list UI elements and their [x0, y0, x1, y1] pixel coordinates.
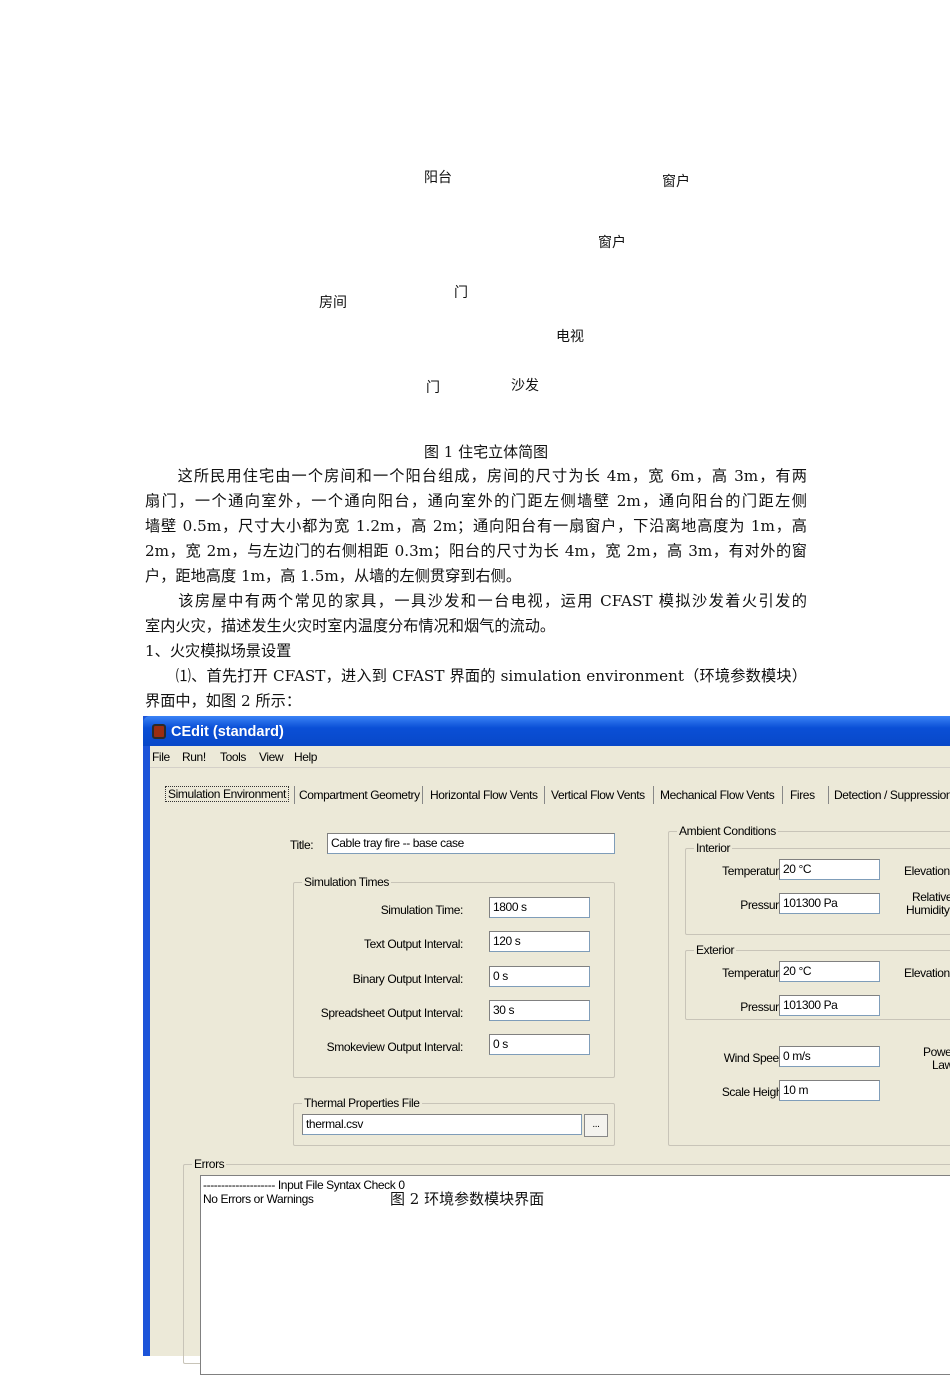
- menu-tools[interactable]: Tools: [220, 750, 246, 764]
- scale-height-input[interactable]: 10 m: [779, 1080, 880, 1101]
- menu-view[interactable]: View: [259, 750, 284, 764]
- errors-textarea[interactable]: -------------------- Input File Syntax C…: [200, 1175, 950, 1375]
- section-heading: 1、火灾模拟场景设置: [145, 642, 292, 660]
- text-output-interval-input[interactable]: 120 s: [489, 931, 590, 952]
- paragraph-line: ⑴、首先打开 CFAST，进入到 CFAST 界面的 simulation en…: [145, 667, 807, 685]
- window-title: CEdit (standard): [171, 724, 284, 740]
- browse-button[interactable]: ...: [584, 1114, 608, 1137]
- tab-horizontal-flow-vents[interactable]: Horizontal Flow Vents: [430, 788, 538, 802]
- tab-compartment-geometry[interactable]: Compartment Geometry: [299, 788, 420, 802]
- relative-humidity-label: Humidity: [906, 903, 950, 917]
- thermal-file-input[interactable]: thermal.csv: [302, 1114, 582, 1135]
- title-label: Title:: [290, 838, 314, 852]
- exterior-temperature-input[interactable]: 20 °C: [779, 961, 880, 982]
- label-tv: 电视: [556, 329, 584, 345]
- title-input[interactable]: Cable tray fire -- base case: [327, 833, 615, 854]
- interior-pressure-input[interactable]: 101300 Pa: [779, 893, 880, 914]
- paragraph-line: 户，距地高度 1m，高 1.5m，从墙的左侧贯穿到右侧。: [145, 567, 522, 585]
- power-law-label: Power: [923, 1045, 950, 1059]
- smokeview-output-interval-label: Smokeview Output Interval:: [326, 1040, 464, 1054]
- menu-run[interactable]: Run!: [182, 750, 206, 764]
- cedit-window: CEdit (standard) File Run! Tools View He…: [143, 716, 950, 1375]
- tab-fires[interactable]: Fires: [790, 788, 815, 802]
- smokeview-output-interval-input[interactable]: 0 s: [489, 1034, 590, 1055]
- paragraph-line: 室内火灾，描述发生火灾时室内温度分布情况和烟气的流动。: [145, 617, 556, 635]
- exterior-pressure-input[interactable]: 101300 Pa: [779, 995, 880, 1016]
- figure2-caption: 图 2 环境参数模块界面: [390, 1190, 545, 1208]
- paragraph-line: 这所民用住宅由一个房间和一个阳台组成，房间的尺寸为长 4m，宽 6m，高 3m，…: [145, 467, 807, 485]
- group-legend: Thermal Properties File: [302, 1096, 422, 1110]
- text-output-interval-label: Text Output Interval:: [364, 937, 463, 951]
- label-room: 房间: [319, 295, 347, 311]
- label-window: 窗户: [662, 174, 690, 190]
- tab-detection-suppression[interactable]: Detection / Suppression: [834, 788, 950, 802]
- title-bar: CEdit (standard): [143, 716, 950, 746]
- group-legend: Simulation Times: [302, 875, 391, 889]
- simulation-time-label: Simulation Time:: [380, 903, 464, 917]
- tab-vertical-flow-vents[interactable]: Vertical Flow Vents: [551, 788, 645, 802]
- spreadsheet-output-interval-label: Spreadsheet Output Interval:: [320, 1006, 464, 1020]
- simulation-time-input[interactable]: 1800 s: [489, 897, 590, 918]
- interior-elevation-label: Elevation: [904, 864, 950, 878]
- paragraph-line: 墙壁 0.5m，尺寸大小都为宽 1.2m，高 2m；通向阳台有一扇窗户，下沿离地…: [145, 517, 807, 535]
- paragraph-line: 界面中，如图 2 所示：: [145, 692, 302, 710]
- label-window: 窗户: [598, 235, 626, 251]
- paragraph-line: 2m，宽 2m，与左边门的右侧相距 0.3m；阳台的尺寸为长 4m，宽 2m，高…: [145, 542, 807, 560]
- label-sofa: 沙发: [511, 378, 539, 394]
- binary-output-interval-input[interactable]: 0 s: [489, 966, 590, 987]
- tab-simulation-environment[interactable]: Simulation Environment: [165, 786, 289, 802]
- group-legend: Exterior: [694, 943, 737, 957]
- app-icon: [152, 724, 166, 739]
- group-legend: Ambient Conditions: [677, 824, 778, 838]
- label-door: 门: [426, 380, 440, 396]
- label-door: 门: [454, 285, 468, 301]
- label-balcony: 阳台: [424, 170, 452, 186]
- paragraph-line: 该房屋中有两个常见的家具，一具沙发和一台电视，运用 CFAST 模拟沙发着火引发…: [145, 592, 807, 610]
- binary-output-interval-label: Binary Output Interval:: [352, 972, 464, 986]
- relative-humidity-label: Relative: [912, 890, 950, 904]
- menu-bar: File Run! Tools View Help: [150, 746, 950, 768]
- menu-file[interactable]: File: [152, 750, 170, 764]
- paragraph-line: 扇门，一个通向室外，一个通向阳台，通向室外的门距左侧墙壁 2m，通向阳台的门距左…: [145, 492, 807, 510]
- power-law-label: Law: [932, 1058, 950, 1072]
- interior-temperature-input[interactable]: 20 °C: [779, 859, 880, 880]
- tab-mechanical-flow-vents[interactable]: Mechanical Flow Vents: [660, 788, 775, 802]
- wind-speed-input[interactable]: 0 m/s: [779, 1046, 880, 1067]
- group-legend: Interior: [694, 841, 733, 855]
- exterior-elevation-label: Elevation: [904, 966, 950, 980]
- group-legend: Errors: [192, 1157, 227, 1171]
- error-line: -------------------- Input File Syntax C…: [203, 1178, 405, 1192]
- spreadsheet-output-interval-input[interactable]: 30 s: [489, 1000, 590, 1021]
- error-line: No Errors or Warnings: [203, 1192, 314, 1206]
- figure1-caption: 图 1 住宅立体简图: [424, 443, 549, 461]
- menu-help[interactable]: Help: [294, 750, 317, 764]
